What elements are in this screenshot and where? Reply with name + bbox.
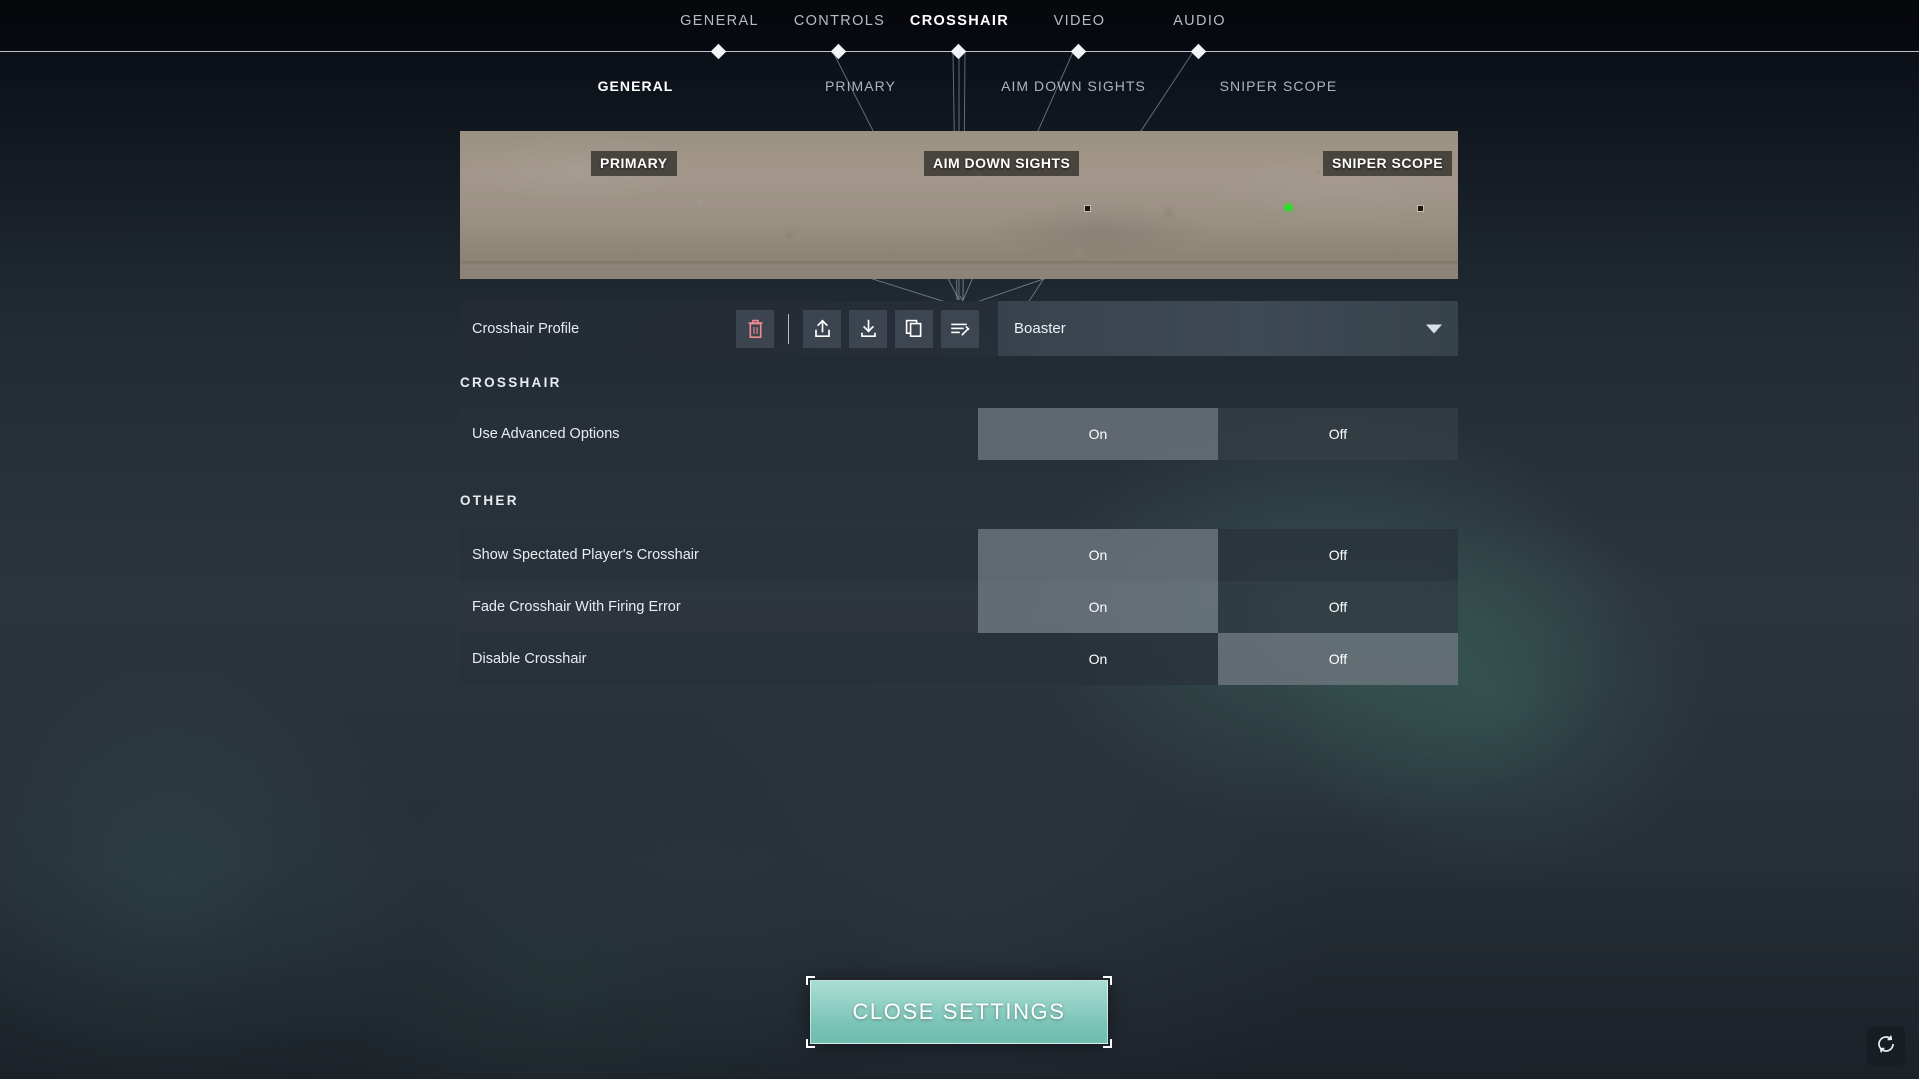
preview-label-sniper-scope: SNIPER SCOPE (1323, 151, 1453, 176)
corner-mark-bottom-left (806, 1039, 815, 1048)
profile-action-buttons (736, 309, 979, 348)
ads-crosshair-dot (1417, 205, 1424, 212)
crosshair-profile-label: Crosshair Profile (472, 320, 580, 337)
sub-nav-bar: GENERAL PRIMARY AIM DOWN SIGHTS SNIPER S… (0, 78, 1919, 94)
setting-row-fade-crosshair-with-firing-error: Fade Crosshair With Firing Error On Off (460, 581, 1458, 633)
other-settings-list: Show Spectated Player's Crosshair On Off… (460, 529, 1458, 685)
setting-label: Use Advanced Options (472, 426, 620, 442)
sniper-crosshair-dot (1285, 204, 1292, 211)
tab-crosshair[interactable]: CROSSHAIR (900, 13, 1020, 29)
subtab-aim-down-sights[interactable]: AIM DOWN SIGHTS (974, 78, 1174, 94)
setting-row-use-advanced-options: Use Advanced Options On Off (460, 408, 1458, 460)
delete-profile-button[interactable] (736, 309, 774, 348)
crosshair-profile-row: Crosshair Profile Boaster (460, 301, 1458, 356)
toggle-group-disable-crosshair: On Off (978, 633, 1458, 685)
toggle-option-on[interactable]: On (978, 581, 1218, 633)
trash-icon (746, 318, 765, 339)
chevron-down-icon (1426, 324, 1442, 333)
tab-controls[interactable]: CONTROLS (780, 13, 900, 29)
toggle-group-fade-crosshair-with-firing-error: On Off (978, 581, 1458, 633)
copy-icon (904, 318, 924, 339)
settings-screen: GENERAL CONTROLS CROSSHAIR VIDEO AUDIO G… (0, 0, 1919, 1079)
duplicate-profile-button[interactable] (895, 309, 933, 348)
corner-mark-top-right (1103, 976, 1112, 985)
rename-profile-button[interactable] (941, 309, 979, 348)
crosshair-profile-value: Boaster (1014, 320, 1066, 337)
toggle-option-on[interactable]: On (978, 529, 1218, 581)
subtab-primary[interactable]: PRIMARY (766, 78, 956, 94)
preview-wall-band (460, 261, 1458, 267)
section-title-crosshair: CROSSHAIR (460, 375, 562, 390)
upload-icon (812, 318, 833, 339)
toggle-group-use-advanced-options: On Off (978, 408, 1458, 460)
setting-label: Show Spectated Player's Crosshair (472, 547, 699, 563)
setting-label: Disable Crosshair (472, 651, 587, 667)
close-settings-button[interactable]: CLOSE SETTINGS (806, 976, 1112, 1048)
subtab-general[interactable]: GENERAL (546, 78, 726, 94)
crosshair-preview-panel: PRIMARY AIM DOWN SIGHTS SNIPER SCOPE (460, 131, 1458, 279)
icon-separator (788, 313, 789, 344)
crosshair-settings-list: Use Advanced Options On Off (460, 408, 1458, 460)
preview-label-aim-down-sights: AIM DOWN SIGHTS (924, 151, 1080, 176)
import-profile-button[interactable] (849, 309, 887, 348)
top-nav-tab-list: GENERAL CONTROLS CROSSHAIR VIDEO AUDIO (0, 13, 1919, 29)
toggle-option-on[interactable]: On (978, 408, 1218, 460)
close-settings-label: CLOSE SETTINGS (852, 999, 1066, 1024)
primary-crosshair-dot (1084, 205, 1091, 212)
toggle-option-off[interactable]: Off (1218, 633, 1458, 685)
tab-video[interactable]: VIDEO (1020, 13, 1140, 29)
toggle-option-off[interactable]: Off (1218, 408, 1458, 460)
setting-label: Fade Crosshair With Firing Error (472, 599, 681, 615)
subtab-sniper-scope[interactable]: SNIPER SCOPE (1184, 78, 1374, 94)
export-profile-button[interactable] (803, 309, 841, 348)
toggle-option-off[interactable]: Off (1218, 529, 1458, 581)
setting-row-show-spectated-players-crosshair: Show Spectated Player's Crosshair On Off (460, 529, 1458, 581)
crosshair-profile-dropdown[interactable]: Boaster (998, 301, 1458, 356)
edit-list-icon (949, 319, 971, 338)
setting-row-disable-crosshair: Disable Crosshair On Off (460, 633, 1458, 685)
download-icon (858, 318, 879, 339)
corner-mark-bottom-right (1103, 1039, 1112, 1048)
reset-settings-button[interactable] (1867, 1027, 1905, 1065)
corner-mark-top-left (806, 976, 815, 985)
preview-label-primary: PRIMARY (591, 151, 677, 176)
tab-audio[interactable]: AUDIO (1140, 13, 1260, 29)
refresh-reset-icon (1875, 1033, 1897, 1060)
tab-general[interactable]: GENERAL (660, 13, 780, 29)
toggle-group-show-spectated-players-crosshair: On Off (978, 529, 1458, 581)
section-title-other: OTHER (460, 493, 519, 508)
toggle-option-on[interactable]: On (978, 633, 1218, 685)
toggle-option-off[interactable]: Off (1218, 581, 1458, 633)
